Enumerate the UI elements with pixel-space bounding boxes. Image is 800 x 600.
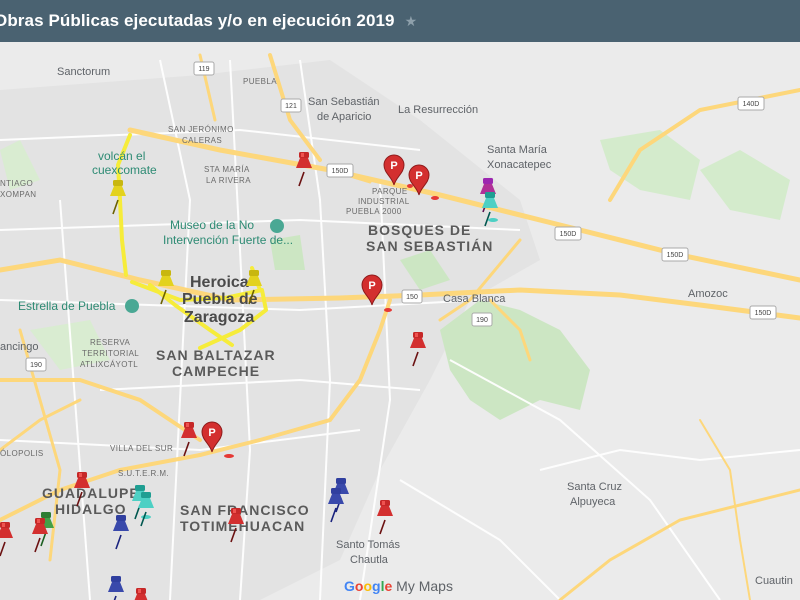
star-icon[interactable]: ★ — [405, 13, 418, 30]
svg-text:TERRITORIAL: TERRITORIAL — [82, 349, 139, 358]
svg-text:de Aparicio: de Aparicio — [317, 111, 371, 123]
svg-text:ancingo: ancingo — [0, 341, 39, 353]
svg-text:140D: 140D — [743, 101, 760, 108]
svg-text:TOTIMEHUACAN: TOTIMEHUACAN — [180, 518, 305, 534]
svg-text:150D: 150D — [332, 168, 349, 175]
svg-text:Cuautin: Cuautin — [755, 575, 793, 587]
svg-text:Casa Blanca: Casa Blanca — [443, 293, 506, 305]
svg-text:Puebla de: Puebla de — [182, 291, 258, 308]
svg-text:RESERVA: RESERVA — [90, 338, 131, 347]
svg-text:119: 119 — [198, 66, 209, 73]
svg-text:SAN FRANCISCO: SAN FRANCISCO — [180, 502, 310, 518]
svg-text:volcán el: volcán el — [98, 149, 145, 163]
svg-text:PARQUE: PARQUE — [372, 187, 408, 196]
map-title: Obras Públicas ejecutadas y/o en ejecuci… — [0, 11, 395, 30]
my-maps-label: My Maps — [396, 578, 453, 594]
svg-text:CALERAS: CALERAS — [182, 136, 222, 145]
svg-text:Xonacatepec: Xonacatepec — [487, 159, 552, 171]
svg-text:150D: 150D — [667, 252, 684, 259]
svg-text:Chautla: Chautla — [350, 554, 389, 566]
svg-text:Zaragoza: Zaragoza — [184, 309, 254, 326]
svg-text:San Sebastián: San Sebastián — [308, 96, 380, 108]
svg-text:INDUSTRIAL: INDUSTRIAL — [358, 197, 410, 206]
svg-text:Santo Tomás: Santo Tomás — [336, 539, 401, 551]
google-logo: Google — [344, 578, 393, 594]
svg-text:Intervención Fuerte de...: Intervención Fuerte de... — [163, 233, 293, 247]
svg-text:Estrella de Puebla: Estrella de Puebla — [18, 299, 116, 313]
svg-text:ÓLOPOLIS: ÓLOPOLIS — [0, 449, 44, 458]
svg-text:BOSQUES DE: BOSQUES DE — [368, 222, 471, 238]
google-my-maps-logo[interactable]: Google My Maps — [344, 578, 453, 594]
map-header: Obras Públicas ejecutadas y/o en ejecuci… — [0, 0, 800, 42]
svg-text:GUADALUPE: GUADALUPE — [42, 485, 140, 501]
svg-text:LA RIVERA: LA RIVERA — [206, 176, 251, 185]
svg-text:S.U.T.E.R.M.: S.U.T.E.R.M. — [118, 469, 169, 478]
svg-text:STA MARÍA: STA MARÍA — [204, 165, 250, 174]
svg-text:190: 190 — [30, 362, 42, 369]
svg-text:Heroica: Heroica — [190, 274, 249, 291]
svg-text:CAMPECHE: CAMPECHE — [172, 363, 260, 379]
svg-text:VILLA DEL SUR: VILLA DEL SUR — [110, 444, 173, 453]
svg-text:121: 121 — [285, 103, 297, 110]
svg-text:La Resurrección: La Resurrección — [398, 104, 478, 116]
svg-text:150D: 150D — [755, 310, 772, 317]
svg-text:PUEBLA 2000: PUEBLA 2000 — [346, 207, 402, 216]
svg-text:150D: 150D — [560, 231, 577, 238]
svg-text:ATLIXCÁYOTL: ATLIXCÁYOTL — [80, 360, 138, 369]
map-canvas[interactable]: P — [0, 42, 800, 600]
svg-text:cuexcomate: cuexcomate — [92, 163, 157, 177]
svg-text:Sanctorum: Sanctorum — [57, 66, 110, 78]
svg-text:150: 150 — [406, 294, 418, 301]
svg-text:SAN BALTAZAR: SAN BALTAZAR — [156, 347, 276, 363]
svg-text:190: 190 — [476, 317, 488, 324]
svg-text:XOMPAN: XOMPAN — [0, 190, 36, 199]
svg-text:Santa Cruz: Santa Cruz — [567, 481, 622, 493]
svg-text:Museo de la No: Museo de la No — [170, 218, 254, 232]
svg-text:HIDALGO: HIDALGO — [55, 501, 127, 517]
svg-text:NTIAGO: NTIAGO — [0, 179, 33, 188]
svg-text:SAN JERÓNIMO: SAN JERÓNIMO — [168, 125, 234, 134]
svg-text:SAN SEBASTIÁN: SAN SEBASTIÁN — [366, 238, 493, 254]
svg-text:Amozoc: Amozoc — [688, 288, 728, 300]
svg-text:Santa María: Santa María — [487, 144, 548, 156]
svg-text:Alpuyeca: Alpuyeca — [570, 496, 616, 508]
svg-text:PUEBLA: PUEBLA — [243, 77, 277, 86]
